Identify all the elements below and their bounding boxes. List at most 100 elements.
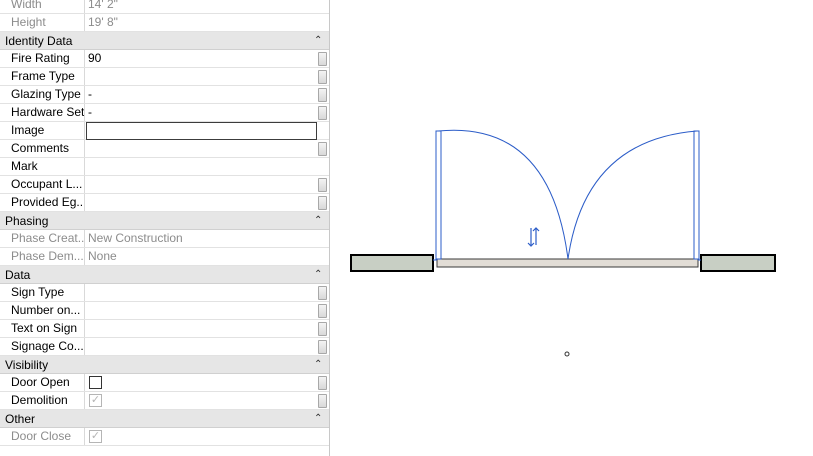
- row-phase-demolished: Phase Dem... None: [0, 248, 329, 266]
- edit-button[interactable]: [318, 106, 327, 120]
- group-phasing[interactable]: Phasing ⌃: [0, 212, 329, 230]
- group-title: Other: [5, 412, 36, 426]
- signage-co-field[interactable]: [86, 338, 316, 355]
- door-threshold[interactable]: [436, 258, 699, 268]
- row-image[interactable]: Image: [0, 122, 329, 140]
- property-label: Phase Dem...: [0, 248, 85, 265]
- property-label: Number on...: [0, 302, 85, 319]
- property-label: Demolition: [0, 392, 85, 409]
- cursor-mark-icon: [564, 351, 570, 357]
- number-on-field[interactable]: [86, 302, 316, 319]
- group-title: Phasing: [5, 214, 49, 228]
- property-label: Comments: [0, 140, 85, 157]
- door-open-value: [86, 374, 316, 391]
- row-width: Width 14' 2": [0, 0, 329, 14]
- row-signage-co[interactable]: Signage Co...: [0, 338, 329, 356]
- edit-button[interactable]: [318, 52, 327, 66]
- row-door-open[interactable]: Door Open: [0, 374, 329, 392]
- edit-button[interactable]: [318, 142, 327, 156]
- row-mark[interactable]: Mark: [0, 158, 329, 176]
- row-demolition[interactable]: Demolition ✓: [0, 392, 329, 410]
- group-title: Identity Data: [5, 34, 73, 48]
- edit-button[interactable]: [318, 286, 327, 300]
- comments-field[interactable]: [86, 140, 316, 157]
- door-close-checkbox: ✓: [89, 430, 102, 443]
- group-data[interactable]: Data ⌃: [0, 266, 329, 284]
- group-other[interactable]: Other ⌃: [0, 410, 329, 428]
- property-label: Signage Co...: [0, 338, 85, 355]
- property-label: Door Open: [0, 374, 85, 391]
- row-comments[interactable]: Comments: [0, 140, 329, 158]
- property-label: Width: [0, 0, 85, 13]
- drawing-canvas[interactable]: [331, 0, 813, 456]
- door-swing-right: [567, 130, 698, 260]
- property-value: 19' 8": [88, 15, 118, 29]
- text-on-sign-field[interactable]: [86, 320, 316, 337]
- row-number-on[interactable]: Number on...: [0, 302, 329, 320]
- row-text-on-sign[interactable]: Text on Sign: [0, 320, 329, 338]
- fire-rating-field[interactable]: 90: [86, 50, 316, 67]
- properties-palette: Width 14' 2" Height 19' 8" Identity Data…: [0, 0, 330, 456]
- group-identity-data[interactable]: Identity Data ⌃: [0, 32, 329, 50]
- chevron-up-double-icon[interactable]: ⌃: [314, 212, 322, 230]
- property-label: Hardware Set: [0, 104, 85, 121]
- property-label: Text on Sign: [0, 320, 85, 337]
- property-label: Image: [0, 122, 85, 139]
- wall-right: [700, 254, 776, 272]
- door-leaf-right[interactable]: [693, 130, 700, 260]
- edit-button[interactable]: [318, 304, 327, 318]
- demolition-value: ✓: [86, 392, 316, 409]
- property-label: Sign Type: [0, 284, 85, 301]
- glazing-type-field[interactable]: -: [86, 86, 316, 103]
- door-swing-left: [437, 129, 569, 260]
- door-close-value: ✓: [86, 428, 316, 445]
- phase-created-value: New Construction: [88, 231, 183, 245]
- edit-button[interactable]: [318, 340, 327, 354]
- edit-button[interactable]: [318, 376, 327, 390]
- row-frame-type[interactable]: Frame Type: [0, 68, 329, 86]
- edit-button[interactable]: [318, 88, 327, 102]
- row-fire-rating[interactable]: Fire Rating 90: [0, 50, 329, 68]
- property-label: Door Close: [0, 428, 85, 445]
- edit-button[interactable]: [318, 196, 327, 210]
- door-open-checkbox[interactable]: [89, 376, 102, 389]
- mark-field[interactable]: [86, 158, 316, 175]
- edit-button[interactable]: [318, 394, 327, 408]
- property-label: Mark: [0, 158, 85, 175]
- provided-egress-field[interactable]: [86, 194, 316, 211]
- chevron-up-double-icon[interactable]: ⌃: [314, 410, 322, 428]
- door-leaf-left[interactable]: [435, 130, 442, 260]
- chevron-up-double-icon[interactable]: ⌃: [314, 32, 322, 50]
- door-plan-view: [350, 129, 776, 357]
- sign-type-field[interactable]: [86, 284, 316, 301]
- occupant-load-field[interactable]: [86, 176, 316, 193]
- group-title: Data: [5, 268, 31, 282]
- chevron-up-double-icon[interactable]: ⌃: [314, 266, 322, 284]
- hardware-set-field[interactable]: -: [86, 104, 316, 121]
- property-label: Occupant L...: [0, 176, 85, 193]
- row-occupant-load[interactable]: Occupant L...: [0, 176, 329, 194]
- demolition-checkbox: ✓: [89, 394, 102, 407]
- property-value: 14' 2": [88, 0, 118, 11]
- frame-type-field[interactable]: [86, 68, 316, 85]
- edit-button[interactable]: [318, 178, 327, 192]
- property-label: Phase Creat...: [0, 230, 85, 247]
- image-field[interactable]: [86, 122, 317, 140]
- property-label: Glazing Type: [0, 86, 85, 103]
- property-label: Height: [0, 14, 85, 31]
- group-visibility[interactable]: Visibility ⌃: [0, 356, 329, 374]
- edit-button[interactable]: [318, 70, 327, 84]
- row-provided-egress[interactable]: Provided Eg...: [0, 194, 329, 212]
- property-label: Frame Type: [0, 68, 85, 85]
- row-sign-type[interactable]: Sign Type: [0, 284, 329, 302]
- chevron-up-double-icon[interactable]: ⌃: [314, 356, 322, 374]
- edit-button[interactable]: [318, 322, 327, 336]
- flip-arrows-icon[interactable]: [527, 227, 540, 247]
- row-phase-created: Phase Creat... New Construction: [0, 230, 329, 248]
- row-door-close: Door Close ✓: [0, 428, 329, 446]
- wall-left: [350, 254, 434, 272]
- phase-demolished-value: None: [88, 249, 117, 263]
- row-glazing-type[interactable]: Glazing Type -: [0, 86, 329, 104]
- group-title: Visibility: [5, 358, 49, 372]
- row-hardware-set[interactable]: Hardware Set -: [0, 104, 329, 122]
